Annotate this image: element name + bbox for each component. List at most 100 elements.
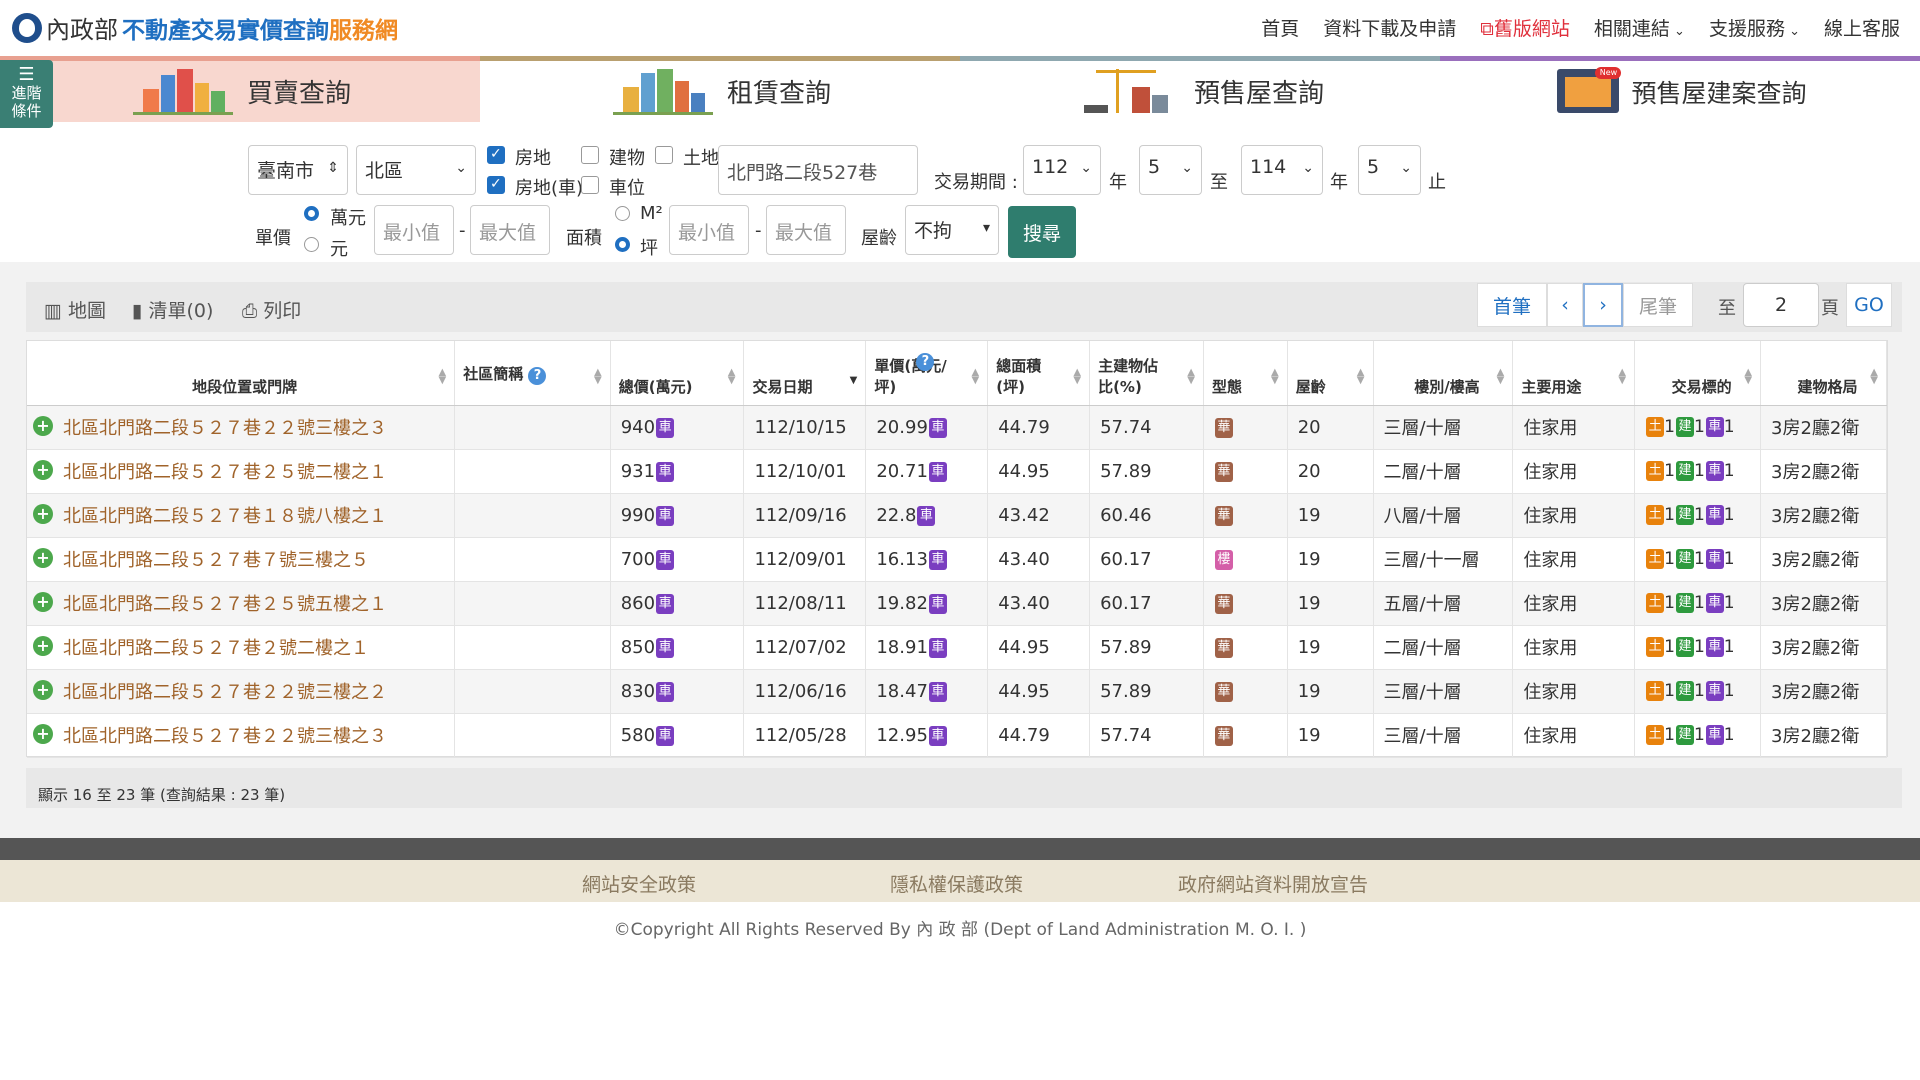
expand-plus-icon[interactable]: + <box>33 680 53 700</box>
tab-presale-project[interactable]: New 預售屋建案查詢 <box>1440 56 1920 122</box>
address-cell[interactable]: + 北區北門路二段５２７巷２２號三樓之２ <box>27 669 456 714</box>
address-text[interactable]: 北區北門路二段５２７巷２２號三樓之２ <box>63 682 387 703</box>
radio-unit-yuan[interactable] <box>304 237 319 252</box>
table-row[interactable]: + 北區北門路二段５２７巷２號二樓之１ 850 車 112/07/02 18.91 車 44.… <box>27 625 1887 670</box>
radio-unit-wan[interactable] <box>304 206 319 221</box>
month-from-select[interactable]: 5 ⌄ <box>1139 145 1202 195</box>
col-total-price[interactable]: 總價(萬元) ▲ ▼ <box>610 341 745 406</box>
site-logo[interactable]: 內政部 不動產交易實價查詢 服務網 <box>12 10 398 45</box>
nav-home[interactable]: 首頁 <box>1261 14 1299 41</box>
address-text[interactable]: 北區北門路二段５２７巷２號二樓之１ <box>63 638 369 659</box>
area-max-input[interactable]: 最大值 <box>766 205 846 255</box>
col-date[interactable]: 交易日期 ▼ <box>743 341 867 406</box>
nav-old-site[interactable]: ⧉舊版網站 <box>1480 14 1570 41</box>
nav-related-links[interactable]: 相關連結 ⌄ <box>1594 14 1685 41</box>
go-button[interactable]: GO <box>1846 283 1892 327</box>
ratio-cell: 60.17 <box>1089 537 1204 582</box>
city-select[interactable]: 臺南市 ⇕ <box>248 145 348 195</box>
district-select[interactable]: 北區 ⌄ <box>356 145 476 195</box>
col-target[interactable]: 交易標的 ▲ ▼ <box>1634 341 1762 406</box>
advanced-conditions-button[interactable]: ☰ 進階條件 <box>0 60 53 128</box>
table-row[interactable]: + 北區北門路二段５２７巷１８號八樓之１ 990 車 112/09/16 22.8 車 43.… <box>27 493 1887 538</box>
table-row[interactable]: + 北區北門路二段５２７巷２５號二樓之１ 931 車 112/10/01 20.71 車 44… <box>27 449 1887 494</box>
col-address[interactable]: 地段位置或門牌 ▲ ▼ <box>27 341 456 406</box>
table-row[interactable]: + 北區北門路二段５２７巷２２號三樓之３ 940 車 112/10/15 20.99 車 44… <box>27 405 1887 450</box>
age-select[interactable]: 不拘 ▾ <box>905 205 999 255</box>
checkbox-tudi[interactable] <box>655 146 673 164</box>
first-page-button[interactable]: 首筆 <box>1477 283 1547 327</box>
address-keyword-input[interactable]: 北門路二段527巷 <box>718 145 918 195</box>
sort-icon: ▲ ▼ <box>971 367 980 386</box>
expand-plus-icon[interactable]: + <box>33 592 53 612</box>
footer-link-privacy[interactable]: 隱私權保護政策 <box>890 870 1023 897</box>
search-button[interactable]: 搜尋 <box>1008 206 1076 258</box>
city-select-value: 臺南市 <box>257 160 315 182</box>
radio-area-m2[interactable] <box>615 206 630 221</box>
checkbox-chewei[interactable] <box>581 176 599 194</box>
age-cell: 19 <box>1287 537 1374 582</box>
help-icon[interactable]: ? <box>528 367 547 385</box>
page-number-input[interactable]: 2 <box>1743 283 1819 327</box>
address-text[interactable]: 北區北門路二段５２７巷１８號八樓之１ <box>63 506 387 527</box>
address-text[interactable]: 北區北門路二段５２７巷７號三樓之５ <box>63 550 369 571</box>
list-button[interactable]: ▮ 清單(0) <box>132 296 213 323</box>
month-from-value: 5 <box>1148 156 1161 178</box>
table-row[interactable]: + 北區北門路二段５２７巷２２號三樓之２ 830 車 112/06/16 18.47 車 44… <box>27 669 1887 714</box>
nav-online-service[interactable]: 線上客服 <box>1824 14 1900 41</box>
tab-presale[interactable]: 預售屋查詢 <box>960 56 1440 122</box>
year-from-select[interactable]: 112 ⌄ <box>1023 145 1101 195</box>
expand-plus-icon[interactable]: + <box>33 636 53 656</box>
expand-plus-icon[interactable]: + <box>33 724 53 744</box>
address-text[interactable]: 北區北門路二段５２７巷２２號三樓之３ <box>63 726 387 747</box>
nav-download[interactable]: 資料下載及申請 <box>1323 14 1456 41</box>
area-min-input[interactable]: 最小值 <box>669 205 749 255</box>
table-row[interactable]: + 北區北門路二段５２７巷２２號三樓之３ 580 車 112/05/28 12.95 車 44… <box>27 713 1887 758</box>
price-max-input[interactable]: 最大值 <box>470 205 550 255</box>
tab-rent[interactable]: 租賃查詢 <box>480 56 960 122</box>
year-to-select[interactable]: 114 ⌄ <box>1241 145 1323 195</box>
map-button[interactable]: ▥ 地圖 <box>44 296 106 323</box>
prev-page-button[interactable]: ‹ <box>1547 283 1583 327</box>
col-floor[interactable]: 樓別/樓高 ▲ ▼ <box>1373 341 1514 406</box>
checkbox-jianwu[interactable] <box>581 146 599 164</box>
price-min-input[interactable]: 最小值 <box>374 205 454 255</box>
address-cell[interactable]: + 北區北門路二段５２７巷２５號五樓之１ <box>27 581 456 626</box>
col-ratio[interactable]: 主建物佔比(%) ▲ ▼ <box>1089 341 1204 406</box>
print-button[interactable]: ⎙ 列印 <box>242 296 301 323</box>
expand-plus-icon[interactable]: + <box>33 504 53 524</box>
address-cell[interactable]: + 北區北門路二段５２７巷２５號二樓之１ <box>27 449 456 494</box>
address-cell[interactable]: + 北區北門路二段５２７巷２２號三樓之３ <box>27 405 456 450</box>
address-text[interactable]: 北區北門路二段５２７巷２２號三樓之３ <box>63 418 387 439</box>
expand-plus-icon[interactable]: + <box>33 548 53 568</box>
last-page-button[interactable]: 尾筆 <box>1623 283 1693 327</box>
expand-plus-icon[interactable]: + <box>33 416 53 436</box>
col-community[interactable]: 社區簡稱 ? ▲ ▼ <box>454 341 611 406</box>
radio-area-ping[interactable] <box>615 237 630 252</box>
address-text[interactable]: 北區北門路二段５２７巷２５號五樓之１ <box>63 594 387 615</box>
checkbox-fangdi[interactable] <box>487 146 505 164</box>
address-text[interactable]: 北區北門路二段５２７巷２５號二樓之１ <box>63 462 387 483</box>
use-cell: 住家用 <box>1512 537 1636 582</box>
table-row[interactable]: + 北區北門路二段５２７巷７號三樓之５ 700 車 112/09/01 16.13 車 43.… <box>27 537 1887 582</box>
footer-link-open-data[interactable]: 政府網站資料開放宣告 <box>1178 870 1368 897</box>
checkbox-fangdi-car[interactable] <box>487 176 505 194</box>
community-cell <box>454 405 611 450</box>
address-cell[interactable]: + 北區北門路二段５２７巷２２號三樓之３ <box>27 713 456 758</box>
next-page-button[interactable]: › <box>1583 283 1623 327</box>
col-type[interactable]: 型態 ▲ ▼ <box>1203 341 1288 406</box>
col-area[interactable]: 總面積(坪) ▲ ▼ <box>987 341 1091 406</box>
col-layout[interactable]: 建物格局 ▲ ▼ <box>1760 341 1887 406</box>
col-age[interactable]: 屋齡 ▲ ▼ <box>1287 341 1374 406</box>
address-cell[interactable]: + 北區北門路二段５２７巷１８號八樓之１ <box>27 493 456 538</box>
footer-link-security[interactable]: 網站安全政策 <box>582 870 696 897</box>
expand-plus-icon[interactable]: + <box>33 460 53 480</box>
col-use[interactable]: 主要用途 ▲ ▼ <box>1512 341 1636 406</box>
table-row[interactable]: + 北區北門路二段５２７巷２５號五樓之１ 860 車 112/08/11 19.82 車 43… <box>27 581 1887 626</box>
month-to-select[interactable]: 5 ⌄ <box>1358 145 1421 195</box>
tab-sale[interactable]: 買賣查詢 <box>0 56 480 122</box>
address-cell[interactable]: + 北區北門路二段５２７巷７號三樓之５ <box>27 537 456 582</box>
unit-price-cell: 19.82 車 <box>865 581 989 626</box>
col-unit-price[interactable]: 單價(萬元/坪)? ▲ ▼ <box>865 341 989 406</box>
nav-support[interactable]: 支援服務 ⌄ <box>1709 14 1800 41</box>
address-cell[interactable]: + 北區北門路二段５２７巷２號二樓之１ <box>27 625 456 670</box>
